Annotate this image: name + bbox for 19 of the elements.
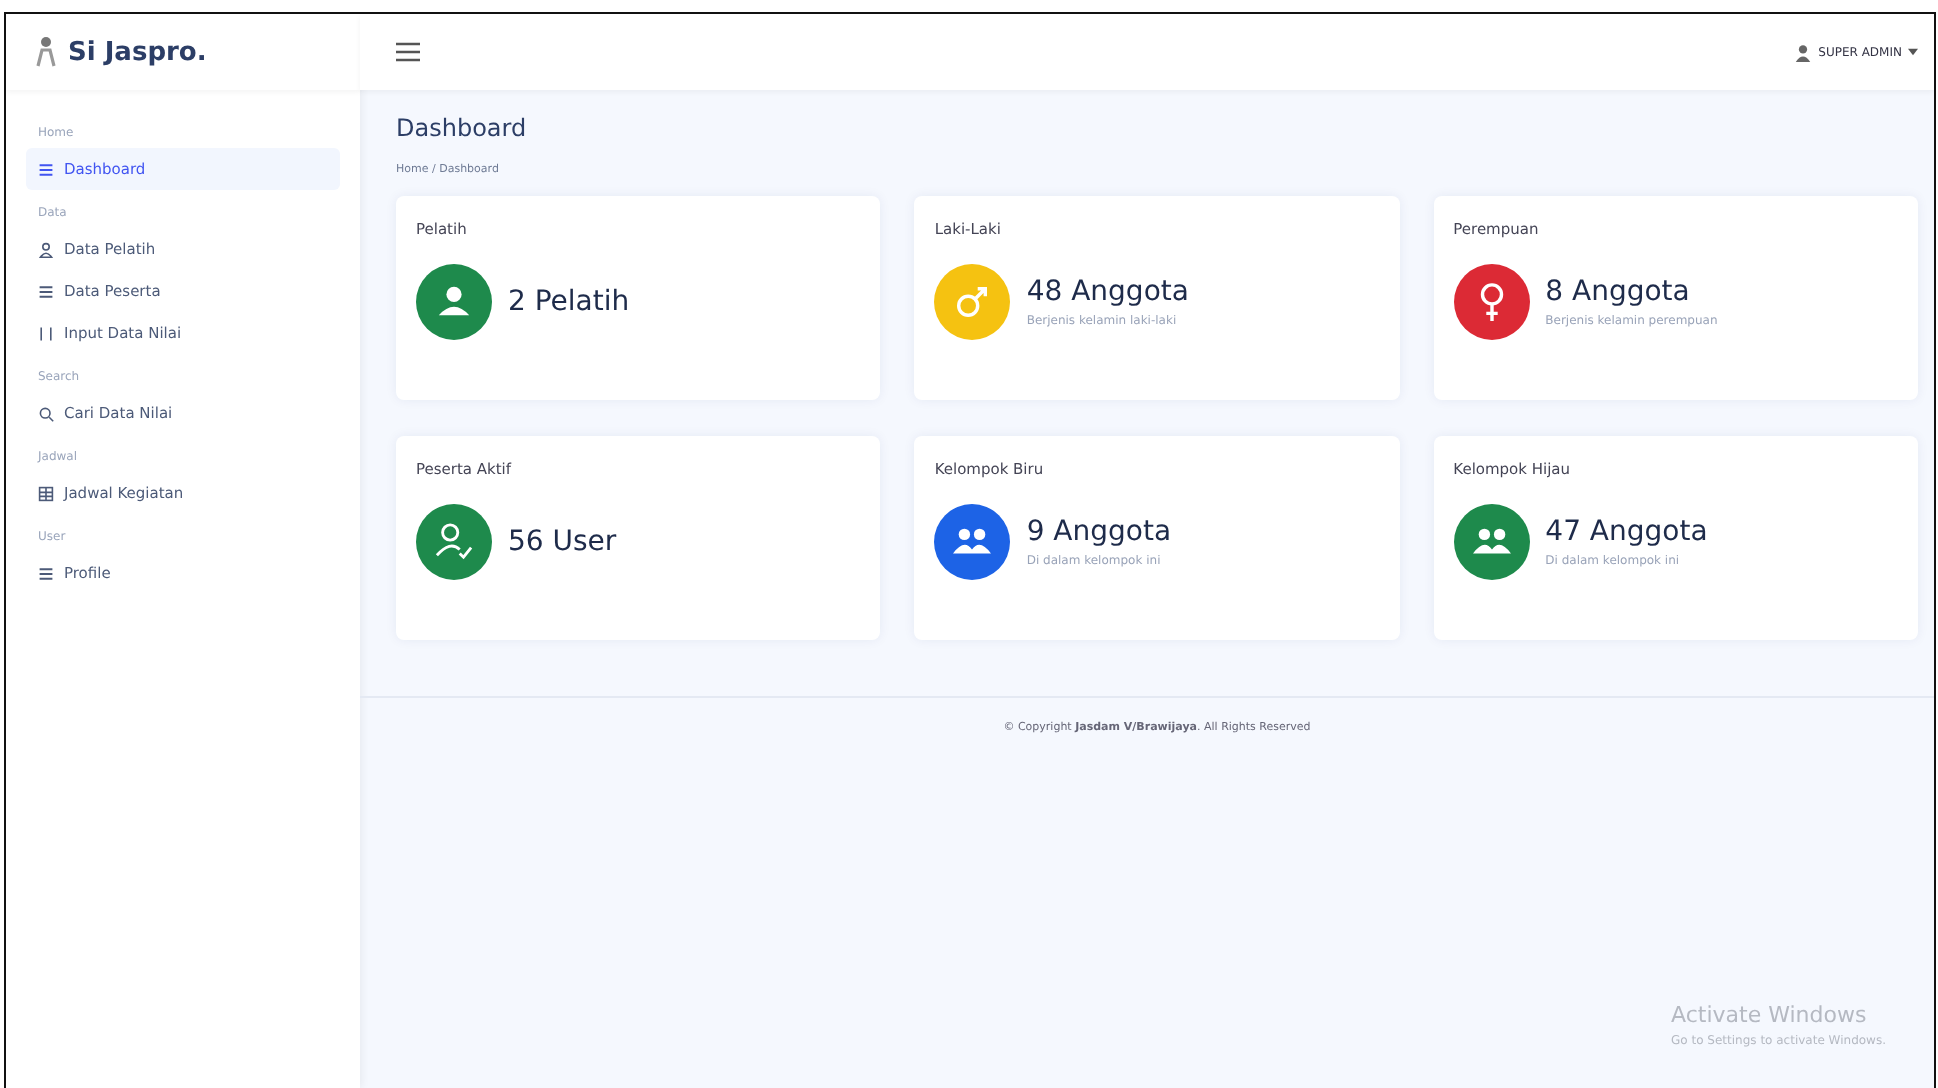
- user-icon: [1794, 43, 1813, 61]
- activation-title: Activate Windows: [1671, 1002, 1869, 1028]
- list-icon: [38, 161, 54, 177]
- menu-icon[interactable]: [396, 42, 420, 62]
- caret-icon: [1908, 48, 1918, 56]
- stat-value: 56 User: [508, 526, 617, 558]
- search-icon: [38, 405, 54, 421]
- stat-value: 2 Pelatih: [508, 286, 630, 318]
- stat-value: 8 Anggota: [1545, 276, 1692, 308]
- list-icon: [38, 283, 54, 299]
- stat-value: 48 Anggota: [1026, 276, 1189, 308]
- stat-value: 9 Anggota: [1026, 516, 1172, 548]
- brand-name[interactable]: Si Jaspro.: [68, 37, 207, 67]
- user-icon: [38, 241, 54, 257]
- page-title: Dashboard: [396, 114, 529, 142]
- person-icon: [34, 36, 58, 68]
- list-icon: [38, 565, 54, 581]
- table-icon: [38, 485, 54, 501]
- stat-value: 47 Anggota: [1545, 516, 1708, 548]
